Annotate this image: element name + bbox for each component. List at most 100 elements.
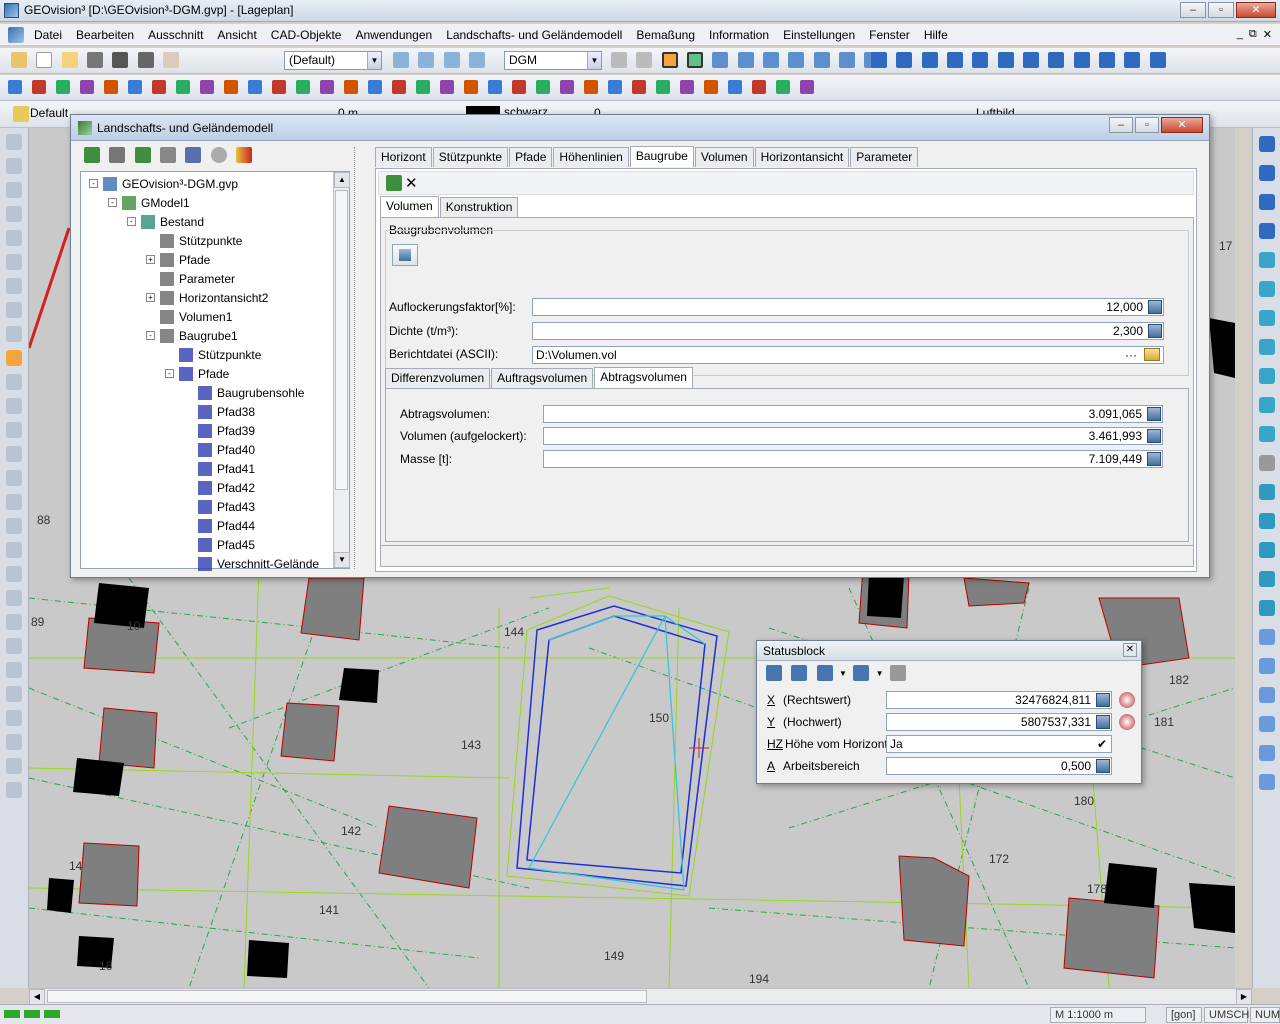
print-preview-icon[interactable] (163, 52, 180, 68)
statusblock-value-0[interactable]: 32476824,811 (886, 691, 1112, 709)
model-export-icon[interactable] (236, 147, 253, 163)
polyline-tool-icon[interactable] (56, 79, 70, 94)
auflockerung-input[interactable]: 12,000 (532, 298, 1164, 316)
scroll-left-button[interactable]: ◀ (29, 989, 45, 1005)
resulttab-differenzvolumen[interactable]: Differenzvolumen (385, 368, 491, 388)
dimension-tool-icon[interactable] (248, 79, 262, 94)
left-tool-13-icon[interactable] (6, 422, 22, 438)
properties-tool-icon[interactable] (728, 79, 742, 94)
layer-props-icon[interactable] (418, 52, 435, 68)
tree-item[interactable]: Pfad45 (184, 535, 255, 554)
scroll-up-icon[interactable] (1258, 136, 1275, 152)
menu-bearbeiten[interactable]: Bearbeiten (69, 24, 141, 46)
tab-pfade[interactable]: Pfade (509, 147, 553, 167)
tree-item[interactable]: + Horizontansicht2 (146, 288, 268, 307)
rotate-view-icon[interactable] (1258, 484, 1275, 500)
expand-icon[interactable]: + (146, 255, 155, 264)
frame-orange-icon[interactable] (661, 52, 678, 68)
model-render-icon[interactable] (210, 147, 227, 163)
layer-manage-icon[interactable] (469, 52, 486, 68)
tree-scroll-down[interactable]: ▼ (334, 552, 350, 568)
model-settings-icon[interactable] (185, 147, 202, 163)
pan-down-icon[interactable] (1258, 194, 1275, 210)
left-tool-3-icon[interactable] (6, 182, 22, 198)
menu-information[interactable]: Information (702, 24, 776, 46)
dropdown-arrow-icon[interactable]: ▼ (839, 669, 847, 678)
hatch-tool-icon[interactable] (200, 79, 214, 94)
mdi-close-button[interactable]: ✕ (1263, 28, 1272, 41)
deselect-icon[interactable] (1258, 658, 1275, 674)
calculator-icon[interactable] (1147, 429, 1161, 443)
layer-combo[interactable]: DGM ▼ (504, 51, 602, 70)
left-tool-7-icon[interactable] (6, 278, 22, 294)
select-icon[interactable] (1258, 629, 1275, 645)
zoom-out-icon[interactable] (1258, 339, 1275, 355)
left-tool-27-icon[interactable] (6, 758, 22, 774)
calculator-icon[interactable] (1148, 324, 1162, 338)
hand-icon[interactable] (1258, 455, 1275, 471)
globe-view-icon[interactable] (1258, 600, 1275, 616)
left-tool-5-icon[interactable] (6, 230, 22, 246)
left-tool-4-icon[interactable] (6, 206, 22, 222)
zoom-all-icon[interactable] (1258, 281, 1275, 297)
dialog-titlebar[interactable]: Landschafts- und Geländemodell – ▫ ✕ (71, 115, 1209, 141)
left-tool-1-icon[interactable] (6, 134, 22, 150)
render-tool-icon[interactable] (776, 79, 790, 94)
extend-tool-icon[interactable] (512, 79, 526, 94)
layer-tool-icon[interactable] (752, 79, 766, 94)
left-tool-20-icon[interactable] (6, 590, 22, 606)
snap-tool-icon[interactable] (368, 79, 382, 94)
tab-volumen[interactable]: Volumen (694, 147, 754, 167)
info-angle-icon[interactable] (947, 52, 964, 68)
rotate-tool-icon[interactable] (560, 79, 574, 94)
minimize-button[interactable]: – (1180, 2, 1206, 18)
style-combo[interactable]: (Default) ▼ (284, 51, 382, 70)
calculator-icon[interactable] (1147, 407, 1161, 421)
left-tool-19-icon[interactable] (6, 566, 22, 582)
scroll-right-button[interactable]: ▶ (1236, 989, 1252, 1005)
tree-item[interactable]: + Pfade (146, 250, 210, 269)
left-tool-26-icon[interactable] (6, 734, 22, 750)
mdi-minimize-button[interactable]: _ (1237, 28, 1243, 41)
select-poly-icon[interactable] (1258, 716, 1275, 732)
collapse-icon[interactable]: - (127, 217, 136, 226)
zoom-layer-icon[interactable] (1258, 397, 1275, 413)
collapse-icon[interactable]: - (165, 369, 174, 378)
delete-icon[interactable]: ✕ (405, 174, 418, 192)
copy-tool-icon[interactable] (632, 79, 646, 94)
tree-item[interactable]: - Pfade (165, 364, 229, 383)
print-icon[interactable] (137, 52, 154, 68)
bericht-input[interactable]: D:\Volumen.vol ··· (532, 346, 1164, 364)
subtab-volumen[interactable]: Volumen (380, 196, 439, 217)
info-layer-icon[interactable] (1124, 52, 1141, 68)
tab-stützpunkte[interactable]: Stützpunkte (432, 147, 509, 167)
statusblock-value-2[interactable]: Ja ✔ (886, 735, 1112, 753)
info-area-icon[interactable] (921, 52, 938, 68)
dichte-input[interactable]: 2,300 (532, 322, 1164, 340)
scroll-thumb[interactable] (47, 990, 647, 1003)
grid-icon[interactable] (712, 52, 729, 68)
model-layer-icon[interactable] (109, 147, 126, 163)
select-window-icon[interactable] (1258, 687, 1275, 703)
polygon-tool-icon[interactable] (176, 79, 190, 94)
tree-item[interactable]: Pfad41 (184, 459, 255, 478)
left-tool-6-icon[interactable] (6, 254, 22, 270)
mirror-tool-icon[interactable] (608, 79, 622, 94)
info-extra-icon[interactable] (1149, 52, 1166, 68)
tree-item[interactable]: Pfad39 (184, 421, 255, 440)
info-arc-icon[interactable] (972, 52, 989, 68)
open-folder-icon[interactable] (1144, 348, 1160, 361)
frame-green-icon[interactable] (687, 52, 704, 68)
zoom-in-icon[interactable] (1258, 310, 1275, 326)
layer-copy-icon[interactable] (443, 52, 460, 68)
calculator-icon[interactable] (1096, 715, 1110, 729)
scale-tool-icon[interactable] (584, 79, 598, 94)
menu-hilfe[interactable]: Hilfe (917, 24, 955, 46)
menu-cad-objekte[interactable]: CAD-Objekte (264, 24, 349, 46)
tree-scroll-thumb[interactable] (335, 190, 348, 490)
left-tool-16-icon[interactable] (6, 494, 22, 510)
left-tool-14-icon[interactable] (6, 446, 22, 462)
layer-icon[interactable] (393, 52, 409, 68)
left-tool-15-icon[interactable] (6, 470, 22, 486)
menu-datei[interactable]: Datei (27, 24, 69, 46)
